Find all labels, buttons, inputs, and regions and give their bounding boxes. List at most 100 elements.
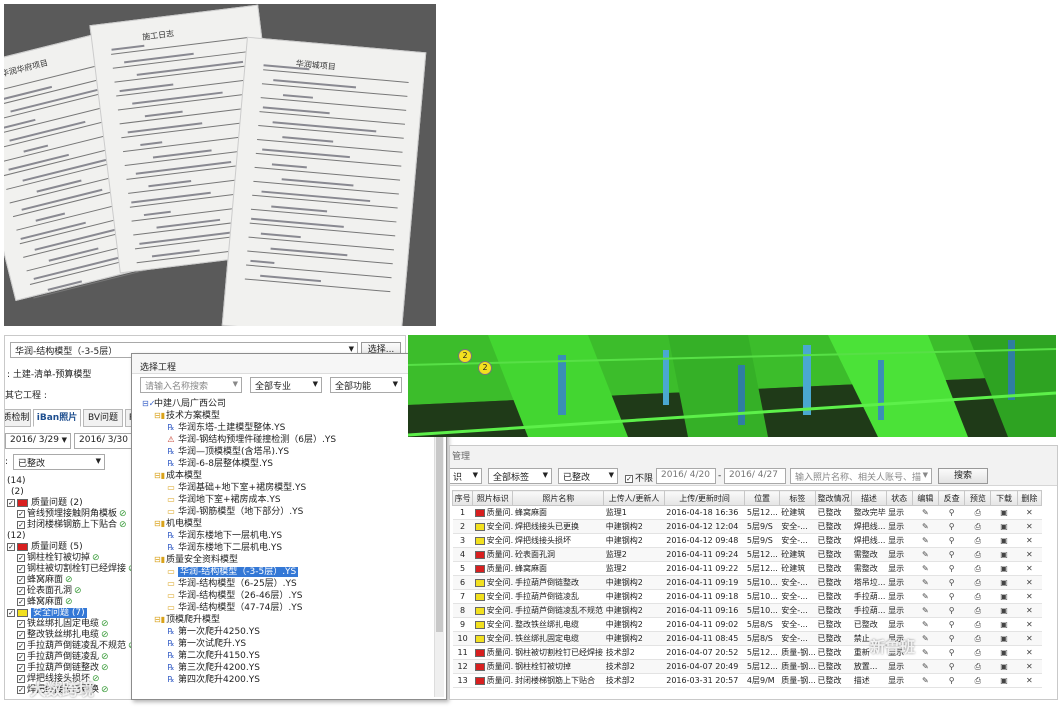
checkbox-icon[interactable]: ✓: [17, 674, 25, 683]
preview-icon[interactable]: ⎙: [964, 589, 991, 604]
delete-icon[interactable]: ✕: [1017, 603, 1042, 618]
project-search-input[interactable]: 请输入名称搜索 ▼: [140, 377, 242, 393]
function-select[interactable]: 全部功能 ▼: [330, 377, 402, 393]
edit-icon[interactable]: ✎: [912, 575, 939, 590]
tree-node[interactable]: ⊟▮质量安全资料模型: [154, 554, 238, 566]
date-to-picker[interactable]: 2016/ 3/30: [74, 433, 134, 449]
checkbox-icon[interactable]: ✓: [7, 498, 15, 507]
tree-item[interactable]: ✓ 手拉葫芦倒链整改 ⊘: [17, 663, 109, 674]
category-filter[interactable]: 识 ▼: [450, 468, 482, 484]
tree-item[interactable]: ✓钢柱被切割栓钉已经焊接⊘: [17, 564, 136, 575]
tree-node[interactable]: ▭ 华润基础+地下室+裙房模型.YS: [166, 482, 306, 494]
date-from-picker[interactable]: 2016/ 4/20: [656, 468, 716, 484]
table-row[interactable]: 5 质量问...蜂窝麻面监理22016-04-11 09:225层12...砼建筑…: [452, 561, 1042, 576]
delete-icon[interactable]: ✕: [1017, 561, 1042, 576]
photo-name[interactable]: 钢柱被切割栓钉已经焊接: [512, 645, 604, 660]
delete-icon[interactable]: ✕: [1017, 519, 1042, 534]
preview-icon[interactable]: ⎙: [964, 659, 991, 674]
edit-icon[interactable]: ✎: [912, 631, 939, 646]
column-header[interactable]: 描述: [851, 490, 887, 506]
table-row[interactable]: 1 质量问...蜂窝麻面监理12016-04-18 16:365层12...砼建筑…: [452, 505, 1042, 520]
checkbox-icon[interactable]: ✓: [17, 619, 25, 628]
checkbox-icon[interactable]: ✓: [17, 630, 25, 639]
table-row[interactable]: 9 安全问...整改铁丝绑扎电缆中建钢构22016-04-11 09:025层8/…: [452, 617, 1042, 632]
locate-icon[interactable]: ⚲: [938, 603, 965, 618]
photo-name[interactable]: 铁丝绑扎固定电缆: [512, 631, 604, 646]
delete-icon[interactable]: ✕: [1017, 617, 1042, 632]
table-row[interactable]: 7 安全问...手拉葫芦倒链凌乱中建钢构22016-04-11 09:185层10…: [452, 589, 1042, 604]
photo-name[interactable]: 手拉葫芦倒链凌乱不规范: [512, 603, 604, 618]
delete-icon[interactable]: ✕: [1017, 547, 1042, 562]
edit-icon[interactable]: ✎: [912, 645, 939, 660]
tree-node[interactable]: ▭ 华润-结构模型（6-25层）.YS: [166, 578, 297, 590]
unlimited-checkbox[interactable]: ✓ 不限: [625, 471, 653, 484]
preview-icon[interactable]: ⎙: [964, 673, 991, 688]
preview-icon[interactable]: ⎙: [964, 575, 991, 590]
checkbox-icon[interactable]: ✓: [7, 542, 15, 551]
tree-item[interactable]: ✓ 蜂窝麻面 ⊘: [17, 575, 73, 586]
photo-name[interactable]: 砼表面孔洞: [512, 547, 604, 562]
tree-node[interactable]: ▭ 华润-结构模型（-3-5层）.YS: [166, 566, 299, 578]
preview-icon[interactable]: ⎙: [964, 603, 991, 618]
column-header[interactable]: 整改情况: [814, 490, 853, 506]
photo-search-input[interactable]: 输入照片名称、相关人账号、描 ▼: [790, 468, 932, 484]
column-header[interactable]: 位置: [744, 490, 780, 506]
column-header[interactable]: 照片名称: [512, 490, 605, 506]
checkbox-icon[interactable]: ✓: [17, 641, 25, 650]
checkbox-icon[interactable]: ✓: [17, 597, 25, 606]
preview-icon[interactable]: ⎙: [964, 645, 991, 660]
download-icon[interactable]: ▣: [990, 561, 1018, 576]
download-icon[interactable]: ▣: [990, 631, 1018, 646]
download-icon[interactable]: ▣: [990, 533, 1018, 548]
photo-name[interactable]: 钢柱栓钉被切掉: [512, 659, 604, 674]
checkbox-icon[interactable]: ✓: [17, 509, 25, 518]
tab-quality-check[interactable]: 质检制: [5, 409, 31, 427]
delete-icon[interactable]: ✕: [1017, 631, 1042, 646]
tab-bv-issues[interactable]: BV问题: [83, 409, 123, 427]
download-icon[interactable]: ▣: [990, 645, 1018, 660]
checkbox-icon[interactable]: ✓: [17, 586, 25, 595]
checkbox-icon[interactable]: ✓: [17, 564, 25, 573]
tree-item[interactable]: ✓ 管线预埋接触阴角模板 ⊘: [17, 509, 127, 520]
column-header[interactable]: 编辑: [911, 490, 940, 506]
preview-icon[interactable]: ⎙: [964, 561, 991, 576]
tag-filter[interactable]: 全部标签 ▼: [488, 468, 552, 484]
photo-name[interactable]: 手拉葫芦倒链凌乱: [512, 589, 604, 604]
column-header[interactable]: 标签: [778, 490, 817, 506]
delete-icon[interactable]: ✕: [1017, 659, 1042, 674]
delete-icon[interactable]: ✕: [1017, 645, 1042, 660]
issue-marker[interactable]: 2: [478, 361, 492, 375]
tree-item[interactable]: ✓ 砼表面孔洞 ⊘: [17, 586, 82, 597]
locate-icon[interactable]: ⚲: [938, 505, 965, 520]
download-icon[interactable]: ▣: [990, 617, 1018, 632]
delete-icon[interactable]: ✕: [1017, 533, 1042, 548]
photo-name[interactable]: 手拉葫芦倒链整改: [512, 575, 604, 590]
preview-icon[interactable]: ⎙: [964, 631, 991, 646]
table-row[interactable]: 2 安全问...焊把线接头已更换中建钢构22016-04-12 12:045层9/…: [452, 519, 1042, 534]
download-icon[interactable]: ▣: [990, 589, 1018, 604]
table-row[interactable]: 3 安全问...焊把线接头损坏中建钢构22016-04-12 09:485层9/S…: [452, 533, 1042, 548]
tree-node[interactable]: ▭ 华润-结构模型（47-74层）.YS: [166, 602, 302, 614]
tree-item[interactable]: ✓手拉葫芦倒链凌乱不规范⊘: [17, 641, 136, 652]
tree-node[interactable]: ℞ 华润东楼地下二层机电.YS: [166, 542, 282, 554]
delete-icon[interactable]: ✕: [1017, 505, 1042, 520]
table-row[interactable]: 11 质量问...钢柱被切割栓钉已经焊接技术部22016-04-07 20:525…: [452, 645, 1042, 660]
photo-name[interactable]: 蜂窝麻面: [512, 561, 604, 576]
column-header[interactable]: 下载: [990, 490, 1018, 506]
delete-icon[interactable]: ✕: [1017, 589, 1042, 604]
edit-icon[interactable]: ✎: [912, 505, 939, 520]
tree-node[interactable]: ⚠ 华润-钢结构预埋件碰撞检测（6层）.YS: [166, 434, 336, 446]
tree-item[interactable]: ✓ 手拉葫芦倒链凌乱 ⊘: [17, 652, 109, 663]
checkbox-icon[interactable]: ✓: [7, 608, 15, 617]
tree-node[interactable]: ⊟▮机电模型: [154, 518, 202, 530]
tree-item[interactable]: (12): [7, 531, 25, 542]
tree-node[interactable]: ⊟✓中建八局广西公司: [142, 398, 226, 410]
tree-item[interactable]: (2): [11, 487, 24, 498]
download-icon[interactable]: ▣: [990, 575, 1018, 590]
edit-icon[interactable]: ✎: [912, 673, 939, 688]
column-header[interactable]: 上传/更新时间: [663, 490, 746, 506]
table-row[interactable]: 10 安全问...铁丝绑扎固定电缆中建钢构22016-04-11 08:455层8…: [452, 631, 1042, 646]
column-header[interactable]: 反查: [938, 490, 966, 506]
tree-item[interactable]: (14): [7, 476, 25, 487]
date-from-picker[interactable]: 2016/ 3/29 ▼: [5, 433, 71, 449]
